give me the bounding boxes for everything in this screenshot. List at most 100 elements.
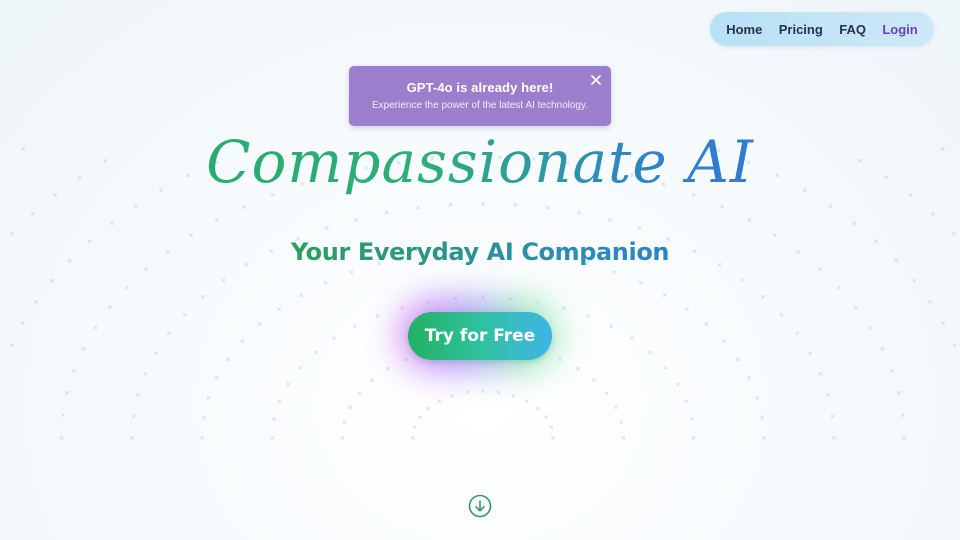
background-mark: × bbox=[620, 434, 626, 442]
background-mark: × bbox=[807, 350, 813, 358]
background-mark: × bbox=[417, 414, 423, 422]
background-mark: × bbox=[585, 312, 591, 320]
announcement-banner: GPT-4o is already here! Experience the p… bbox=[349, 66, 611, 126]
background-mark: × bbox=[911, 277, 917, 285]
background-mark: × bbox=[830, 412, 836, 420]
background-mark: × bbox=[93, 324, 99, 332]
background-mark: × bbox=[199, 434, 205, 442]
background-mark: × bbox=[739, 276, 745, 284]
background-mark: × bbox=[133, 202, 139, 210]
background-mark: × bbox=[214, 217, 220, 225]
background-mark: × bbox=[412, 424, 418, 432]
background-mark: × bbox=[257, 321, 263, 329]
background-mark: × bbox=[952, 342, 958, 350]
background-mark: × bbox=[59, 434, 65, 442]
background-mark: × bbox=[704, 321, 710, 329]
background-mark: × bbox=[721, 338, 727, 346]
background-mark: × bbox=[557, 356, 563, 364]
background-mark: × bbox=[613, 404, 619, 412]
background-mark: × bbox=[684, 305, 690, 313]
background-mark: × bbox=[817, 265, 823, 273]
background-mark: × bbox=[575, 365, 581, 373]
background-mark: × bbox=[930, 210, 936, 218]
background-mark: × bbox=[347, 404, 353, 412]
background-mark: × bbox=[761, 434, 767, 442]
background-mark: × bbox=[851, 220, 857, 228]
banner-title: GPT-4o is already here! bbox=[406, 80, 554, 95]
background-mark: × bbox=[201, 414, 207, 422]
top-nav: Home Pricing FAQ Login bbox=[710, 12, 934, 46]
background-mark: × bbox=[225, 355, 231, 363]
background-mark: × bbox=[239, 338, 245, 346]
background-mark: × bbox=[375, 312, 381, 320]
background-mark: × bbox=[353, 216, 359, 224]
background-mark: × bbox=[143, 265, 149, 273]
background-mark: × bbox=[604, 390, 610, 398]
background-mark: × bbox=[166, 330, 172, 338]
background-mark: × bbox=[49, 277, 55, 285]
background-mark: × bbox=[9, 230, 15, 238]
background-mark: × bbox=[619, 419, 625, 427]
background-mark: × bbox=[313, 349, 319, 357]
background-mark: × bbox=[107, 304, 113, 312]
background-mark: × bbox=[825, 391, 831, 399]
background-mark: × bbox=[9, 342, 15, 350]
background-mark: × bbox=[20, 320, 26, 328]
background-mark: × bbox=[608, 323, 614, 331]
background-mark: × bbox=[340, 434, 346, 442]
background-mark: × bbox=[778, 311, 784, 319]
background-mark: × bbox=[135, 391, 141, 399]
background-mark: × bbox=[511, 392, 517, 400]
background-mark: × bbox=[331, 335, 337, 343]
background-mark: × bbox=[153, 350, 159, 358]
background-mark: × bbox=[836, 284, 842, 292]
arrow-down-circle-icon[interactable] bbox=[468, 494, 492, 518]
nav-home-link[interactable]: Home bbox=[726, 22, 762, 37]
background-mark: × bbox=[662, 364, 668, 372]
background-mark: × bbox=[496, 388, 502, 396]
background-mark: × bbox=[629, 335, 635, 343]
background-mark: × bbox=[271, 416, 277, 424]
background-mark: × bbox=[754, 394, 760, 402]
background-mark: × bbox=[448, 201, 454, 209]
background-mark: × bbox=[853, 304, 859, 312]
background-mark: × bbox=[927, 298, 933, 306]
background-mark: × bbox=[206, 394, 212, 402]
background-mark: × bbox=[464, 388, 470, 396]
hero-subtitle: Your Everyday AI Companion bbox=[0, 238, 960, 266]
background-mark: × bbox=[896, 389, 902, 397]
background-mark: × bbox=[276, 305, 282, 313]
background-mark: × bbox=[675, 380, 681, 388]
background-mark: × bbox=[64, 389, 70, 397]
background-mark: × bbox=[759, 414, 765, 422]
background-mark: × bbox=[647, 349, 653, 357]
background-mark: × bbox=[746, 374, 752, 382]
background-mark: × bbox=[81, 345, 87, 353]
background-mark: × bbox=[607, 216, 613, 224]
background-mark: × bbox=[550, 434, 556, 442]
background-mark: × bbox=[543, 414, 549, 422]
background-mark: × bbox=[760, 293, 766, 301]
background-mark: × bbox=[298, 291, 304, 299]
background-mark: × bbox=[545, 204, 551, 212]
background-mark: × bbox=[182, 311, 188, 319]
background-mark: × bbox=[868, 324, 874, 332]
nav-faq-link[interactable]: FAQ bbox=[839, 22, 866, 37]
background-mark: × bbox=[369, 377, 375, 385]
background-mark: × bbox=[241, 203, 247, 211]
background-mark: × bbox=[269, 434, 275, 442]
background-mark: × bbox=[349, 269, 355, 277]
close-icon[interactable] bbox=[589, 73, 603, 87]
nav-pricing-link[interactable]: Pricing bbox=[779, 22, 823, 37]
banner-subtitle: Experience the power of the latest AI te… bbox=[371, 100, 589, 111]
background-mark: × bbox=[410, 434, 416, 442]
background-mark: × bbox=[385, 365, 391, 373]
nav-login-link[interactable]: Login bbox=[882, 22, 917, 37]
background-mark: × bbox=[399, 304, 405, 312]
background-mark: × bbox=[142, 370, 148, 378]
background-mark: × bbox=[200, 293, 206, 301]
background-mark: × bbox=[30, 210, 36, 218]
try-for-free-button[interactable]: Try for Free bbox=[408, 312, 552, 360]
background-mark: × bbox=[480, 200, 486, 208]
hero-title: Compassionate AI bbox=[0, 124, 960, 200]
